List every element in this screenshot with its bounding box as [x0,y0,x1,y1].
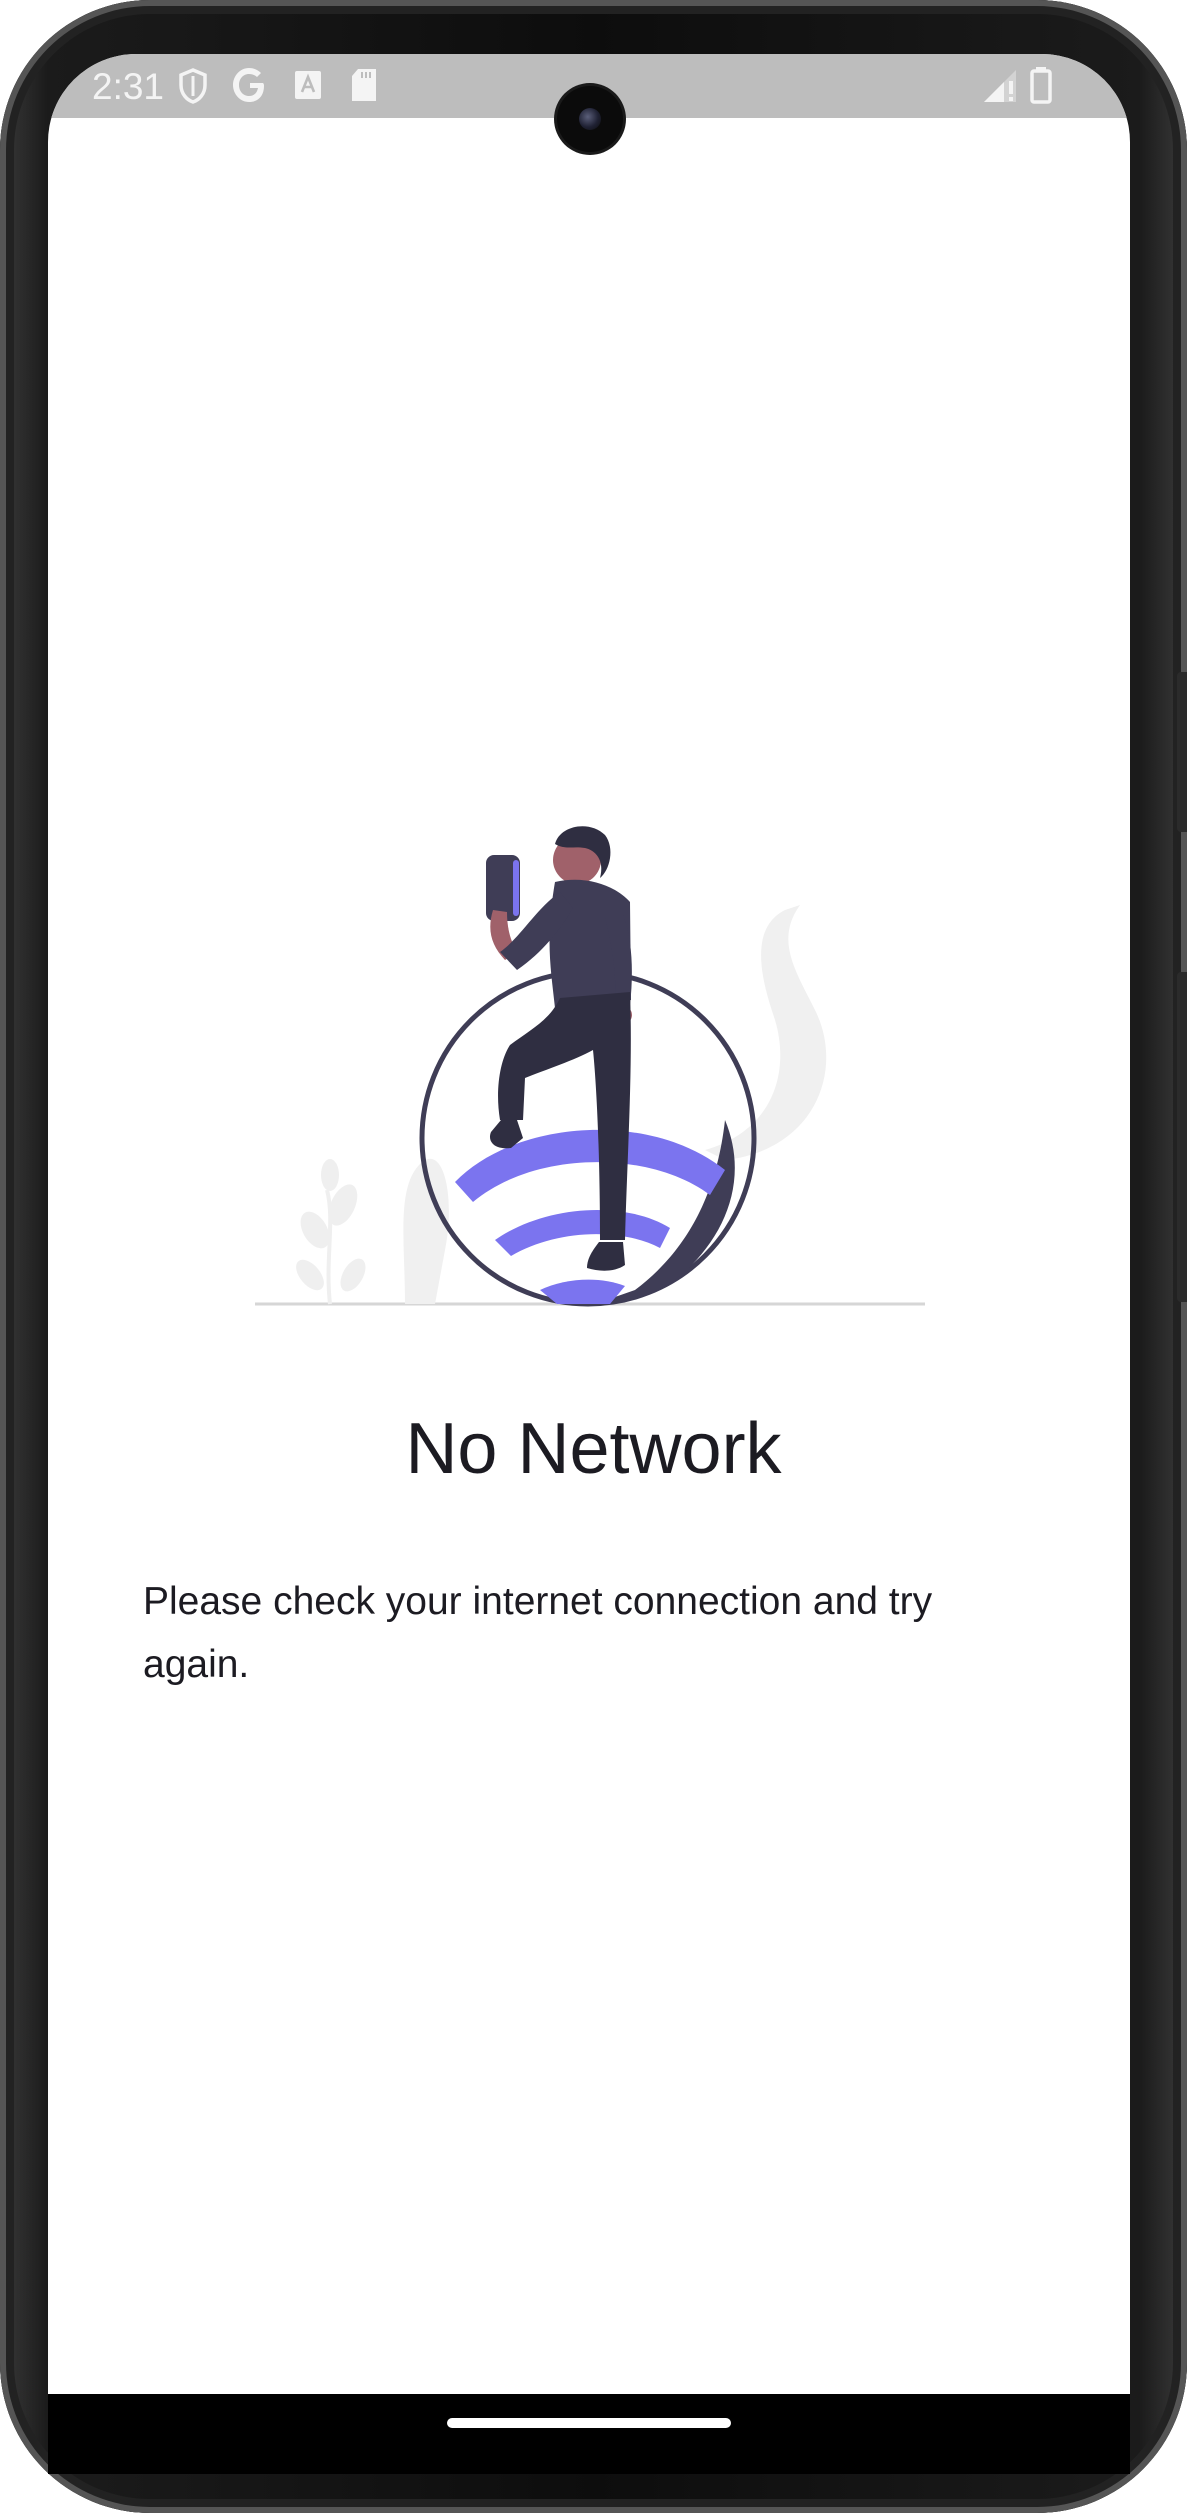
error-message: Please check your internet connection an… [143,1580,933,1686]
font-icon [294,70,322,105]
signal-icon [982,68,1018,109]
page-title: No Network [405,1409,782,1489]
status-time: 2:31 [92,66,165,107]
battery-icon [1030,66,1052,109]
google-icon [232,66,268,109]
person-with-wifi-illustration [255,826,925,1307]
home-indicator[interactable] [447,2418,731,2428]
shield-icon [178,68,208,109]
plant-icon [296,1159,366,1305]
screen: 2:31 [48,54,1130,2394]
front-camera [557,86,623,152]
person-figure [486,826,632,1271]
power-button [1177,972,1187,1302]
volume-button [1177,672,1187,832]
background-swirl [705,905,827,1160]
navigation-bar [48,2394,1130,2474]
sd-card-icon [350,68,378,107]
